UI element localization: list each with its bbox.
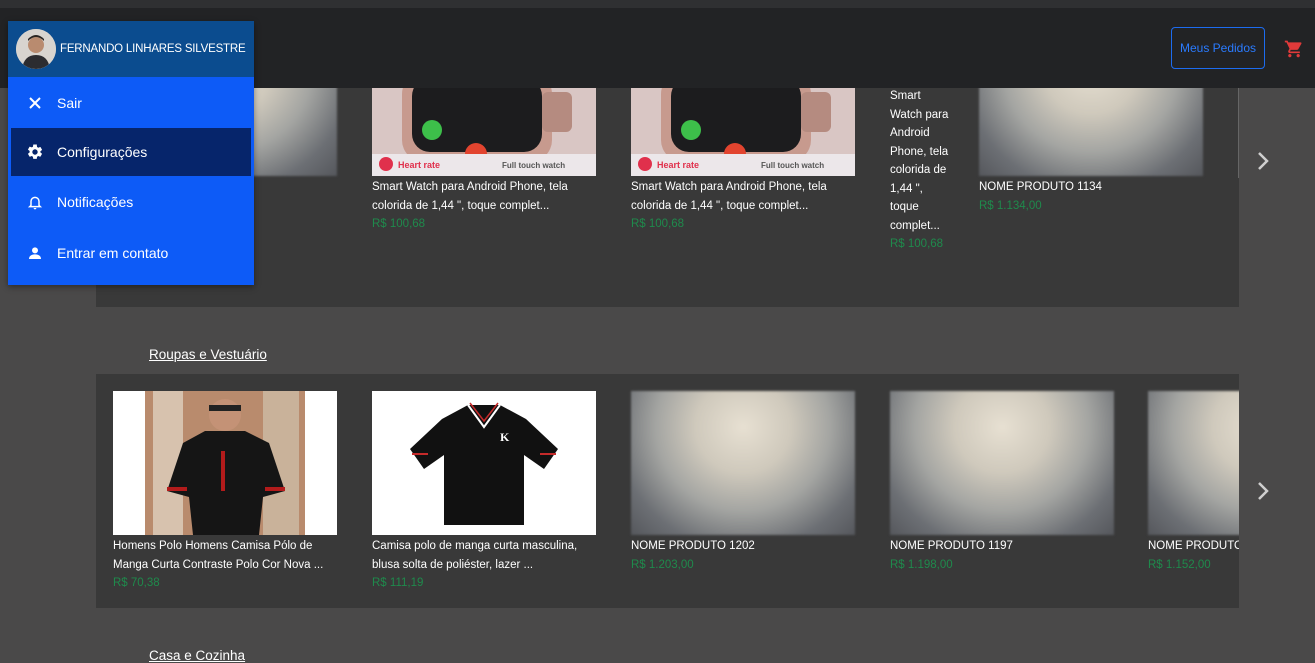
product-card[interactable]: NOME PRODUTO 1134 R$ 1.134,00 xyxy=(979,88,1203,215)
close-icon xyxy=(25,93,45,113)
svg-text:K: K xyxy=(500,430,510,444)
banner-heart-rate: Heart rate xyxy=(398,160,440,170)
product-image: Heart rate Full touch watch xyxy=(372,88,596,176)
product-name[interactable]: NOME PRODUTO 1202 xyxy=(631,537,855,556)
top-strip xyxy=(0,0,1315,8)
gear-icon xyxy=(25,142,45,162)
shopping-cart-icon[interactable] xyxy=(1284,39,1304,59)
product-image: K xyxy=(372,391,596,535)
product-card[interactable]: Heart rate Full touch watch Smart Watch … xyxy=(372,88,596,233)
product-name[interactable]: NOME PRODUTO 1152 xyxy=(1148,537,1239,556)
menu-item-settings[interactable]: Configurações xyxy=(11,128,251,176)
user-name: FERNANDO LINHARES SILVESTRE xyxy=(60,43,246,55)
avatar xyxy=(16,29,56,69)
product-name[interactable]: NOME PRODUTO 1197 xyxy=(890,537,1114,556)
product-image: Heart rate Full touch watch xyxy=(631,88,855,176)
person-icon xyxy=(25,243,45,263)
menu-item-label: Sair xyxy=(57,94,82,111)
product-price: R$ 1.198,00 xyxy=(890,558,953,571)
next-card-edge xyxy=(1238,88,1239,178)
product-carousel-2: Homens Polo Homens Camisa Pólo de Manga … xyxy=(96,374,1239,608)
product-price: R$ 70,38 xyxy=(113,577,160,589)
banner-full-touch: Full touch watch xyxy=(502,161,565,170)
my-orders-button[interactable]: Meus Pedidos xyxy=(1171,27,1265,69)
product-price: R$ 1.203,00 xyxy=(631,558,694,571)
product-price: R$ 100,68 xyxy=(890,238,944,250)
menu-item-contact[interactable]: Entrar em contato xyxy=(8,227,254,278)
menu-item-label: Configurações xyxy=(57,144,148,160)
product-image xyxy=(1148,391,1239,535)
section-title-clothing[interactable]: Roupas e Vestuário xyxy=(149,347,267,362)
product-image xyxy=(113,391,337,535)
menu-header: FERNANDO LINHARES SILVESTRE xyxy=(8,21,254,77)
product-price: R$ 100,68 xyxy=(631,218,685,230)
product-name[interactable]: Smart Watch para Android Phone, tela col… xyxy=(372,178,596,215)
product-card[interactable]: Heart rate Full touch watch Smart Watch … xyxy=(631,88,855,233)
banner-heart-rate: Heart rate xyxy=(657,160,699,170)
product-price: R$ 1.152,00 xyxy=(1148,558,1211,571)
menu-item-label: Entrar em contato xyxy=(57,244,169,261)
product-name[interactable]: Homens Polo Homens Camisa Pólo de Manga … xyxy=(113,537,337,574)
product-price: R$ 111,19 xyxy=(372,577,424,589)
section-title-home-kitchen[interactable]: Casa e Cozinha xyxy=(149,648,245,663)
product-card[interactable]: NOME PRODUTO 1197 R$ 1.198,00 xyxy=(890,391,1114,574)
menu-item-logout[interactable]: Sair xyxy=(8,77,254,128)
product-card[interactable]: Homens Polo Homens Camisa Pólo de Manga … xyxy=(113,391,337,592)
user-dropdown-menu: FERNANDO LINHARES SILVESTRE Sair Configu… xyxy=(8,21,254,285)
bell-icon xyxy=(25,192,45,212)
product-image xyxy=(890,391,1114,535)
chevron-right-icon[interactable] xyxy=(1253,480,1273,502)
chevron-right-icon[interactable] xyxy=(1253,150,1273,172)
product-name[interactable]: Smart Watch para Android Phone, tela col… xyxy=(631,178,855,215)
product-price: R$ 1.134,00 xyxy=(979,199,1042,212)
product-name[interactable]: Smart Watch para Android Phone, tela col… xyxy=(890,88,950,235)
product-image xyxy=(979,88,1203,176)
product-carousel-1: Heart rate Full touch watch Smart Watch … xyxy=(96,88,1239,307)
menu-item-label: Notificações xyxy=(57,193,134,210)
product-card[interactable]: NOME PRODUTO 1152 R$ 1.152,00 xyxy=(1148,391,1239,574)
product-card[interactable]: K Camisa polo de manga curta masculina, … xyxy=(372,391,596,592)
menu-item-notifications[interactable]: Notificações xyxy=(8,176,254,227)
product-card[interactable]: Smart Watch para Android Phone, tela col… xyxy=(890,88,950,253)
banner-full-touch: Full touch watch xyxy=(761,161,824,170)
product-name[interactable]: Camisa polo de manga curta masculina, bl… xyxy=(372,537,596,574)
product-card[interactable]: NOME PRODUTO 1202 R$ 1.203,00 xyxy=(631,391,855,574)
product-price: R$ 100,68 xyxy=(372,218,426,230)
product-name[interactable]: NOME PRODUTO 1134 xyxy=(979,178,1203,197)
product-image xyxy=(631,391,855,535)
